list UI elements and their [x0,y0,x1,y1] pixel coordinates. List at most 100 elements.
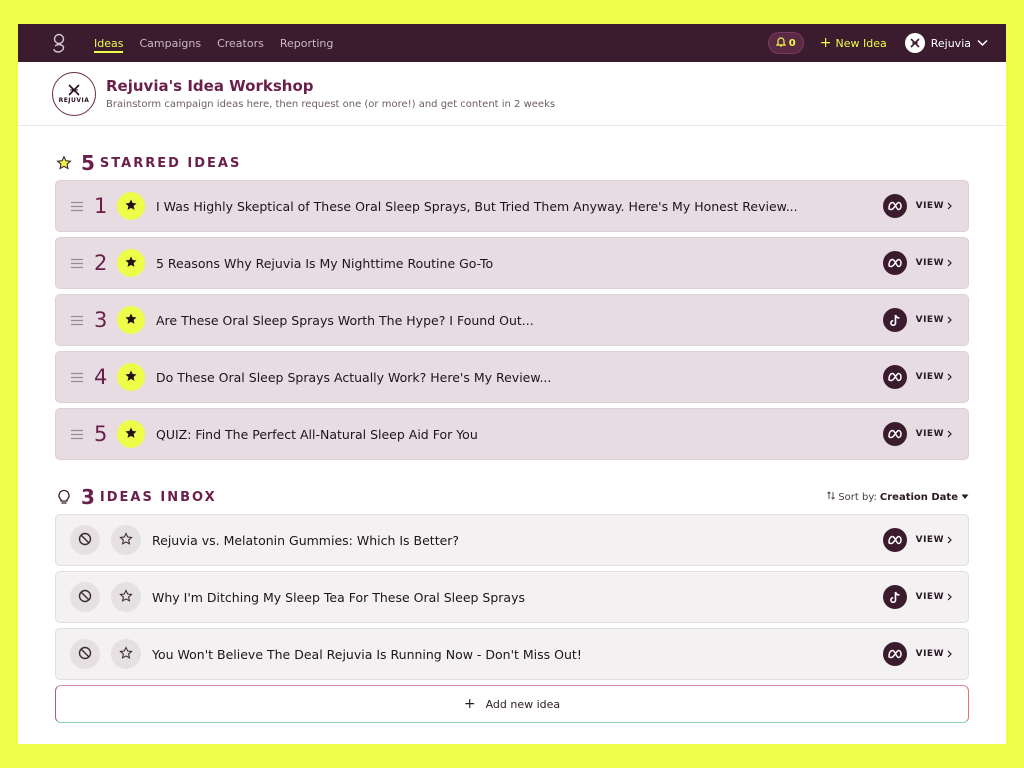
avatar [904,33,925,53]
page-header: REJUVIA Rejuvia's Idea Workshop Brainsto… [18,62,1006,126]
idea-title[interactable]: Rejuvia vs. Melatonin Gummies: Which Is … [152,533,873,548]
unstar-button[interactable] [117,420,145,448]
account-menu[interactable]: Rejuvia [904,33,988,53]
meta-icon [882,422,907,446]
idea-title[interactable]: 5 Reasons Why Rejuvia Is My Nighttime Ro… [156,256,873,271]
add-new-idea-button[interactable]: + Add new idea [55,685,969,723]
new-idea-button[interactable]: + New Idea [820,36,887,50]
add-new-idea-label: Add new idea [485,697,561,711]
unstar-button[interactable] [117,306,145,334]
inbox-idea-row[interactable]: You Won't Believe The Deal Rejuvia Is Ru… [55,628,969,680]
page-subtitle: Brainstorm campaign ideas here, then req… [106,99,556,110]
idea-rank: 5 [94,422,108,446]
brand-name: REJUVIA [58,96,90,104]
view-button[interactable]: VIEW [916,592,952,602]
nav-ideas[interactable]: Ideas [94,34,124,53]
idea-rank: 4 [94,365,108,389]
tiktok-icon [882,585,907,609]
nav-campaigns[interactable]: Campaigns [139,34,201,53]
unstar-button[interactable] [117,363,145,391]
sort-label: Sort by: [838,491,877,503]
drag-handle-icon[interactable] [70,258,86,269]
view-button[interactable]: VIEW [916,429,952,439]
tiktok-icon [882,308,907,332]
inbox-label: Ideas Inbox [99,489,217,505]
star-filled-icon [124,311,138,330]
drag-handle-icon[interactable] [70,201,86,212]
starred-idea-row[interactable]: 3 Are These Oral Sleep Sprays Worth The H… [55,294,969,346]
view-button[interactable]: VIEW [916,201,952,211]
brand-logo: REJUVIA [52,71,96,116]
app-logo-icon[interactable] [50,31,68,55]
chevron-down-icon [977,37,988,50]
account-name: Rejuvia [930,36,971,50]
plus-icon: + [463,696,476,712]
inbox-idea-row[interactable]: Rejuvia vs. Melatonin Gummies: Which Is … [55,514,969,566]
star-button[interactable] [111,525,141,555]
sort-arrows-icon [827,491,836,503]
app-window: Ideas Campaigns Creators Reporting 0 + N… [18,24,1006,744]
star-outline-icon [119,645,133,664]
meta-icon [882,528,907,552]
starred-header: 5 Starred Ideas [55,146,969,180]
page-title: Rejuvia's Idea Workshop [106,77,314,95]
star-button[interactable] [111,582,141,612]
inbox-header: 3 Ideas Inbox Sort by: Creation Date [55,480,969,514]
starred-idea-row[interactable]: 1 I Was Highly Skeptical of These Oral Sl… [55,180,969,232]
nav-creators[interactable]: Creators [217,34,264,53]
nav-reporting[interactable]: Reporting [280,34,333,53]
new-idea-label: New Idea [835,36,887,50]
inbox-section: 3 Ideas Inbox Sort by: Creation Date Rej… [18,480,1006,723]
star-filled-icon [124,254,138,273]
star-button[interactable] [111,639,141,669]
meta-icon [882,365,907,389]
view-button[interactable]: VIEW [916,372,952,382]
view-button[interactable]: VIEW [916,535,952,545]
drag-handle-icon[interactable] [70,315,86,326]
dismiss-button[interactable] [70,525,100,555]
starred-count: 5 [81,151,95,175]
starred-idea-row[interactable]: 4 Do These Oral Sleep Sprays Actually Wor… [55,351,969,403]
star-outline-icon [55,154,73,172]
brand-mark-icon [68,83,80,96]
sort-value: Creation Date [879,491,958,503]
idea-title[interactable]: Why I'm Ditching My Sleep Tea For These … [152,590,873,605]
drag-handle-icon[interactable] [70,372,86,383]
inbox-count: 3 [81,485,95,509]
top-nav: Ideas Campaigns Creators Reporting 0 + N… [18,24,1006,62]
view-button[interactable]: VIEW [916,649,952,659]
star-filled-icon [124,368,138,387]
unstar-button[interactable] [117,249,145,277]
drag-handle-icon[interactable] [70,429,86,440]
caret-down-icon [961,492,969,503]
meta-icon [882,642,907,666]
view-button[interactable]: VIEW [916,315,952,325]
idea-rank: 1 [94,194,108,218]
view-button[interactable]: VIEW [916,258,952,268]
ban-icon [78,588,92,607]
idea-title[interactable]: I Was Highly Skeptical of These Oral Sle… [156,199,873,214]
plus-icon: + [819,35,832,51]
idea-title[interactable]: Are These Oral Sleep Sprays Worth The Hy… [156,313,873,328]
dismiss-button[interactable] [70,639,100,669]
idea-title[interactable]: QUIZ: Find The Perfect All-Natural Sleep… [156,427,873,442]
idea-title[interactable]: You Won't Believe The Deal Rejuvia Is Ru… [152,647,873,662]
notifications-count: 0 [788,37,796,49]
notifications-button[interactable]: 0 [767,32,804,54]
inbox-idea-row[interactable]: Why I'm Ditching My Sleep Tea For These … [55,571,969,623]
idea-rank: 3 [94,308,108,332]
idea-rank: 2 [94,251,108,275]
dismiss-button[interactable] [70,582,100,612]
star-filled-icon [124,425,138,444]
starred-idea-row[interactable]: 2 5 Reasons Why Rejuvia Is My Nighttime R… [55,237,969,289]
star-filled-icon [124,197,138,216]
bell-icon [775,36,787,50]
starred-label: Starred Ideas [99,155,242,171]
star-outline-icon [119,531,133,550]
unstar-button[interactable] [117,192,145,220]
starred-idea-row[interactable]: 5 QUIZ: Find The Perfect All-Natural Slee… [55,408,969,460]
idea-title[interactable]: Do These Oral Sleep Sprays Actually Work… [156,370,873,385]
lightbulb-icon [55,488,73,506]
sort-dropdown[interactable]: Sort by: Creation Date [827,491,969,503]
meta-icon [882,194,907,218]
